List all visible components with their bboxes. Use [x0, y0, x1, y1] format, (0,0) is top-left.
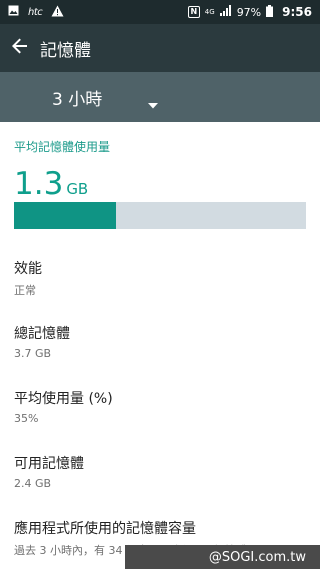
performance-label: 效能: [14, 261, 42, 277]
available-memory-row: 可用記憶體 2.4 GB: [14, 453, 84, 490]
back-arrow-icon: [12, 38, 28, 58]
average-percent-label: 平均使用量 (%): [14, 391, 113, 407]
dropdown-arrow-icon: [148, 94, 158, 113]
available-memory-label: 可用記憶體: [14, 456, 84, 472]
status-bar: htc N 4G 97% 9:56: [0, 0, 320, 24]
status-right: N 4G 97% 9:56: [187, 4, 312, 20]
average-percent-row: 平均使用量 (%) 35%: [14, 388, 113, 425]
network-type: 4G: [204, 7, 215, 16]
page-title: 記憶體: [40, 40, 91, 61]
average-usage-amount: 1.3 GB: [14, 166, 88, 202]
carrier-logo: htc: [28, 6, 43, 18]
watermark: @SOGI.com.tw: [125, 545, 320, 569]
battery-icon: [266, 4, 274, 20]
status-time: 9:56: [282, 5, 312, 19]
performance-row: 效能 正常: [14, 258, 42, 298]
battery-percent: 97%: [236, 5, 262, 19]
average-usage-unit: GB: [66, 180, 89, 198]
range-bar: 3 小時: [0, 72, 320, 122]
total-memory-row: 總記憶體 3.7 GB: [14, 323, 70, 360]
usage-progress-fill: [14, 202, 117, 229]
available-memory-value: 2.4 GB: [14, 477, 52, 490]
average-percent-value: 35%: [14, 412, 39, 425]
status-left: htc: [8, 5, 64, 20]
total-memory-label: 總記憶體: [14, 326, 70, 342]
usage-progress-bar: [14, 202, 306, 229]
warning-icon: [51, 5, 64, 20]
time-range-value: 3 小時: [52, 89, 103, 110]
signal-icon: [219, 5, 232, 19]
time-range-dropdown[interactable]: 3 小時: [52, 72, 172, 122]
back-button[interactable]: [0, 24, 40, 72]
average-usage-value: 1.3: [14, 166, 64, 202]
total-memory-value: 3.7 GB: [14, 347, 52, 360]
image-icon: [8, 5, 19, 19]
nfc-icon: N: [187, 6, 200, 18]
performance-value: 正常: [14, 284, 36, 297]
app-bar: 記憶體: [0, 24, 320, 72]
app-memory-label: 應用程式所使用的記憶體容量: [14, 521, 196, 537]
average-usage-title: 平均記憶體使用量: [14, 140, 111, 154]
